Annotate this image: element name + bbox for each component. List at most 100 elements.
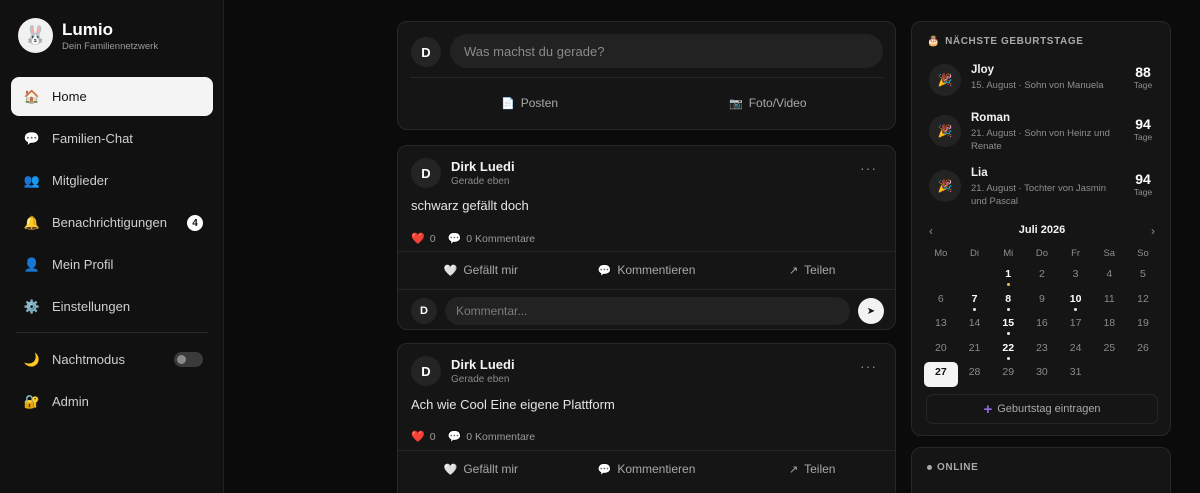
birthday-item[interactable]: 🎉 Jloy 15. August · Sohn von Manuela 88 … <box>929 64 1161 98</box>
nav-item-einstellungen[interactable]: ⚙️ Einstellungen <box>11 287 213 326</box>
birthday-description: 15. August · Sohn von Manuela <box>971 80 1104 91</box>
birthday-item[interactable]: 🎉 Lia 21. August · Tochter von Jasmin un… <box>929 167 1161 209</box>
calendar-day[interactable]: 24 <box>1059 338 1093 363</box>
bell-icon: 🔔 <box>23 214 41 230</box>
calendar-day[interactable]: 17 <box>1059 313 1093 338</box>
nav-item-label: Home <box>52 89 87 104</box>
calendar-weekday: So <box>1137 248 1149 259</box>
house-icon: 🏠 <box>23 88 41 104</box>
send-icon: ➤ <box>866 305 876 317</box>
calendar-day[interactable]: 28 <box>958 362 992 387</box>
calendar-day[interactable]: 11 <box>1092 289 1126 314</box>
share-arrow-icon: ↗ <box>788 463 799 476</box>
calendar-day[interactable]: 14 <box>958 313 992 338</box>
speech-bubble-icon: 💬 <box>597 463 612 476</box>
calendar-day[interactable]: 15 <box>991 313 1025 338</box>
calendar-day[interactable]: 21 <box>958 338 992 363</box>
nav-item-mein-profil[interactable]: 👤 Mein Profil <box>11 245 213 284</box>
calendar-day[interactable]: 20 <box>924 338 958 363</box>
calendar-empty-cell <box>958 264 992 289</box>
avatar[interactable]: D <box>411 356 441 386</box>
calendar-day[interactable]: 3 <box>1059 264 1093 289</box>
nav-item-home[interactable]: 🏠 Home <box>11 77 213 116</box>
status-input[interactable] <box>450 34 883 68</box>
status-dot-icon <box>927 465 932 470</box>
calendar-day[interactable]: 23 <box>1025 338 1059 363</box>
post-button[interactable]: 📄 Posten <box>501 96 558 110</box>
add-birthday-button[interactable]: + Geburtstag eintragen <box>926 394 1158 424</box>
comment-count[interactable]: 💬 0 Kommentare <box>448 232 536 246</box>
night-mode-toggle[interactable] <box>174 352 203 367</box>
white-heart-icon: 🤍 <box>443 463 458 476</box>
calendar-day[interactable]: 2 <box>1025 264 1059 289</box>
calendar-day[interactable]: 22 <box>991 338 1025 363</box>
calendar-day[interactable]: 25 <box>1092 338 1126 363</box>
calendar-day[interactable]: 30 <box>1025 362 1059 387</box>
post-stats: ❤️ 0 💬 0 Kommentare <box>411 430 547 444</box>
speech-bubble-icon: 💬 <box>447 431 462 443</box>
person-icon: 👤 <box>23 256 41 272</box>
calendar-day[interactable]: 27 <box>924 362 958 387</box>
post-text: schwarz gefällt doch <box>411 198 529 213</box>
post-author[interactable]: Dirk Luedi <box>451 357 515 372</box>
brand[interactable]: 🐰 Lumio Dein Familiennetzwerk <box>18 18 158 53</box>
like-button[interactable]: 🤍 Gefällt mir <box>398 462 564 476</box>
nav-item-admin[interactable]: 🔐 Admin <box>11 382 213 421</box>
calendar-empty-cell <box>1092 362 1126 387</box>
party-popper-icon: 🎉 <box>929 115 961 147</box>
more-options-icon[interactable]: ··· <box>860 160 877 176</box>
post-author[interactable]: Dirk Luedi <box>451 159 515 174</box>
like-button[interactable]: 🤍 Gefällt mir <box>398 263 564 277</box>
nav-divider <box>16 332 208 333</box>
calendar-day[interactable]: 31 <box>1059 362 1093 387</box>
calendar-grid: Mo Di Mi Do Fr Sa So 1 2 3 4 5 6 7 8 9 10 11 12 13 14 15 16 17 1… <box>924 248 1160 387</box>
calendar-day[interactable]: 12 <box>1126 289 1160 314</box>
calendar-day[interactable]: 10 <box>1059 289 1093 314</box>
white-heart-icon: 🤍 <box>443 264 458 277</box>
calendar-day[interactable]: 1 <box>991 264 1025 289</box>
nav-item-label: Einstellungen <box>52 299 131 314</box>
photo-video-button[interactable]: 📷 Foto/Video <box>729 96 807 110</box>
comment-button[interactable]: 💬 Kommentieren <box>564 263 730 277</box>
calendar-day[interactable]: 18 <box>1092 313 1126 338</box>
avatar[interactable]: D <box>411 158 441 188</box>
birthday-item[interactable]: 🎉 Roman 21. August · Sohn von Heinz und … <box>929 112 1161 154</box>
more-options-icon[interactable]: ··· <box>860 358 877 374</box>
days-remaining: 88 Tage <box>1133 64 1153 90</box>
send-button[interactable]: ➤ <box>858 298 884 324</box>
heart-icon: ❤️ <box>411 431 425 443</box>
nav-item-familien-chat[interactable]: 💬 Familien-Chat <box>11 119 213 158</box>
post-card: D Dirk Luedi Gerade eben ··· schwarz gef… <box>397 145 896 330</box>
calendar-day[interactable]: 6 <box>924 289 958 314</box>
nav-item-label: Mitglieder <box>52 173 109 188</box>
post-header: D Dirk Luedi Gerade eben <box>411 356 515 386</box>
calendar-day[interactable]: 5 <box>1126 264 1160 289</box>
nav-item-label: Familien-Chat <box>52 131 133 146</box>
post-timestamp: Gerade eben <box>451 176 510 187</box>
nav-item-mitglieder[interactable]: 👥 Mitglieder <box>11 161 213 200</box>
share-button[interactable]: ↗ Teilen <box>729 462 895 476</box>
lock-icon: 🔐 <box>23 393 41 409</box>
comment-input[interactable] <box>445 297 850 325</box>
online-widget: ONLINE <box>911 447 1171 493</box>
calendar-day[interactable]: 8 <box>991 289 1025 314</box>
birthday-description: 21. August · Sohn von Heinz und Renate <box>971 128 1110 152</box>
calendar-day[interactable]: 19 <box>1126 313 1160 338</box>
birthday-description: 21. August · Tochter von Jasmin und Pasc… <box>971 183 1107 207</box>
like-count: ❤️ 0 <box>411 232 436 246</box>
calendar-day[interactable]: 16 <box>1025 313 1059 338</box>
calendar-day[interactable]: 26 <box>1126 338 1160 363</box>
nav-item-benachrichtigungen[interactable]: 🔔 Benachrichtigungen 4 <box>11 203 213 242</box>
comment-count[interactable]: 💬 0 Kommentare <box>447 430 536 444</box>
days-remaining: 94 Tage <box>1133 116 1153 142</box>
app-name: Lumio <box>62 19 113 39</box>
calendar-day[interactable]: 29 <box>991 362 1025 387</box>
birthday-name: Lia <box>971 167 988 179</box>
calendar-day[interactable]: 7 <box>958 289 992 314</box>
share-button[interactable]: ↗ Teilen <box>729 263 895 277</box>
comment-button[interactable]: 💬 Kommentieren <box>564 462 730 476</box>
calendar-day[interactable]: 13 <box>924 313 958 338</box>
calendar-day[interactable]: 4 <box>1092 264 1126 289</box>
calendar-day[interactable]: 9 <box>1025 289 1059 314</box>
chevron-right-icon[interactable]: › <box>1151 224 1155 238</box>
